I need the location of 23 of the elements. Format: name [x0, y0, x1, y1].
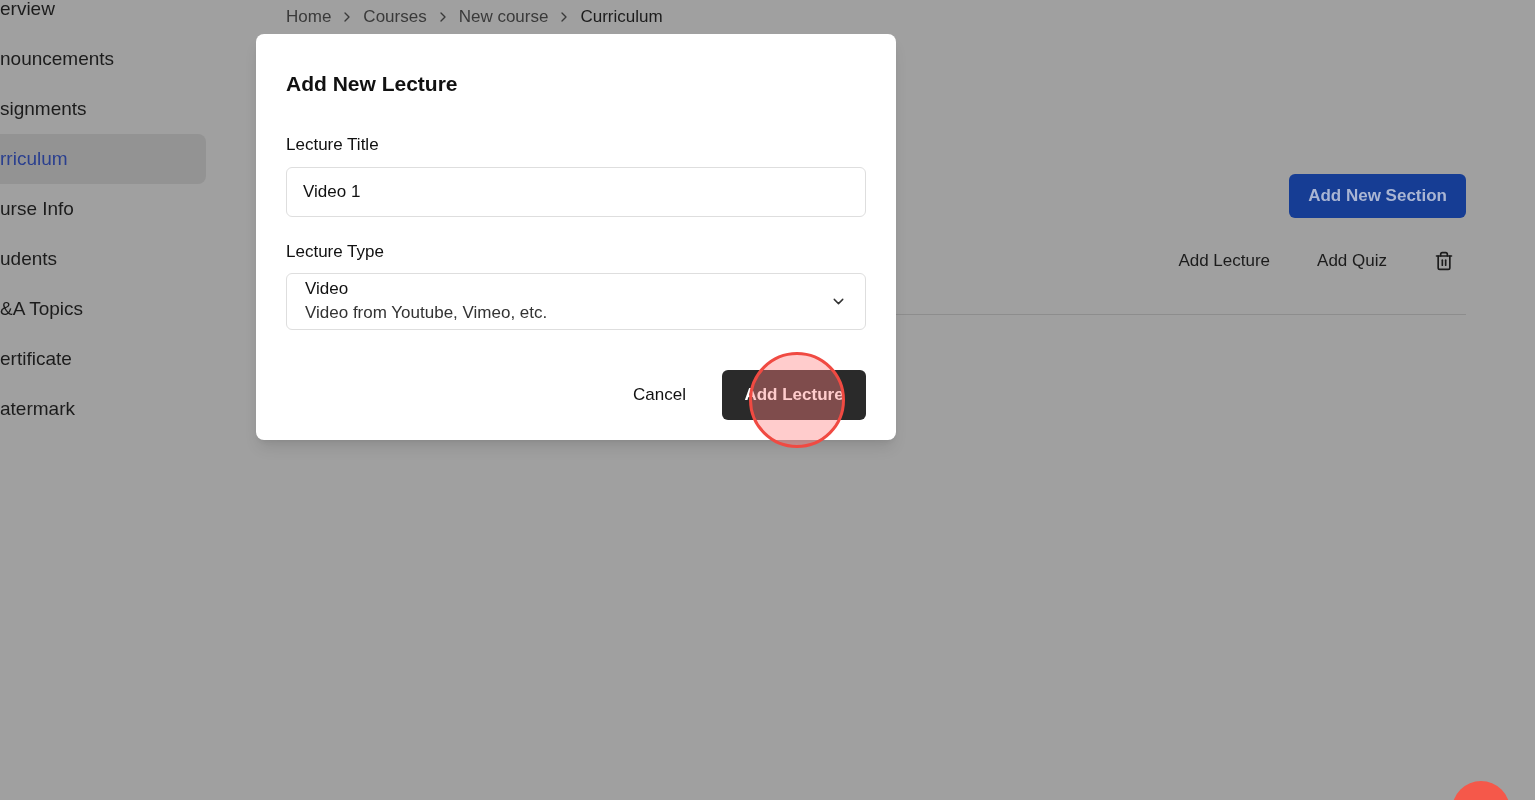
- sidebar-item[interactable]: urse Info: [0, 184, 206, 234]
- dialog-title: Add New Lecture: [286, 71, 459, 97]
- breadcrumb-link[interactable]: Home: [286, 4, 332, 30]
- select-description: Video from Youtube, Vimeo, etc.: [305, 302, 548, 324]
- field-label: Lecture Title: [286, 133, 380, 156]
- sidebar-item[interactable]: udents: [0, 234, 206, 284]
- sidebar-item[interactable]: signments: [0, 84, 206, 134]
- lecture-type-select[interactable]: Video Video from Youtube, Vimeo, etc.: [286, 272, 866, 330]
- sidebar-item[interactable]: ertificate: [0, 334, 206, 384]
- sidebar-item[interactable]: nouncements: [0, 34, 206, 84]
- sidebar-item[interactable]: &A Topics: [0, 284, 206, 334]
- sidebar-item[interactable]: atermark: [0, 384, 206, 434]
- sidebar-item[interactable]: erview: [0, 0, 206, 34]
- section-action-button[interactable]: Add Quiz: [1317, 248, 1387, 274]
- breadcrumb-link[interactable]: New course: [458, 4, 549, 30]
- field-label: Lecture Type: [286, 241, 385, 263]
- section-action-button[interactable]: Add Lecture: [1178, 248, 1271, 274]
- cancel-button[interactable]: Cancel: [615, 369, 704, 420]
- breadcrumb-link[interactable]: Courses: [363, 4, 427, 30]
- delete-icon[interactable]: [1434, 250, 1454, 271]
- add-section-button[interactable]: Add New Section: [1289, 174, 1466, 218]
- lecture-title-input[interactable]: Video 1: [286, 167, 866, 217]
- select-value: Video: [305, 278, 350, 300]
